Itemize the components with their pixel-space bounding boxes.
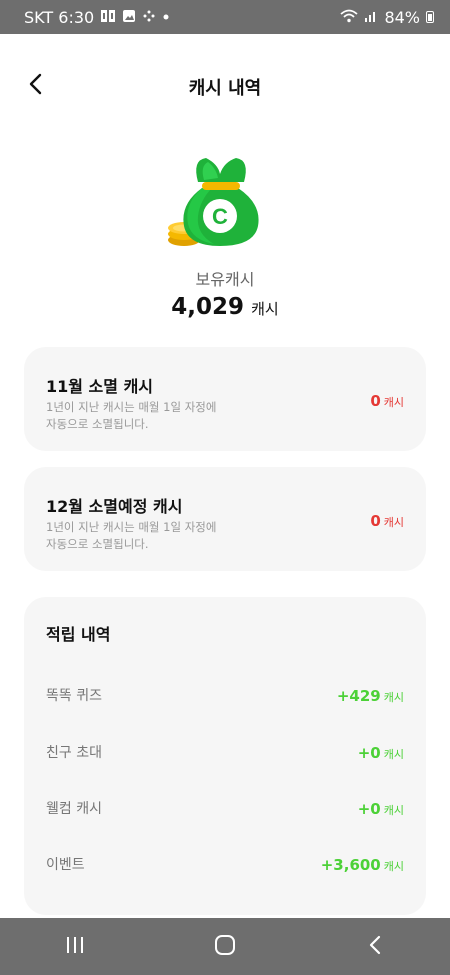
system-nav-bar [0, 918, 450, 975]
recent-apps-icon [64, 935, 86, 959]
history-row-number: +0 [357, 799, 381, 818]
battery-percent: 84% [384, 7, 420, 27]
history-row-label: 똑똑 퀴즈 [46, 688, 102, 704]
history-card: 적립 내역 똑똑 퀴즈 +429 캐시 친구 초대 +0 캐시 웰컴 캐시 +0 캐시… [24, 597, 426, 915]
history-row: 이벤트 +3,600 캐시 [46, 852, 404, 876]
expired-desc-line2: 자동으로 소멸됩니다. [46, 417, 149, 431]
history-row-unit: 캐시 [383, 690, 404, 704]
history-row-amount: +0 캐시 [358, 799, 404, 818]
history-row: 똑똑 퀴즈 +429 캐시 [46, 683, 404, 707]
carrier-time: SKT 6:30 [24, 7, 95, 27]
expiring-amount-number: 0 [370, 512, 381, 530]
expiring-desc-line1: 1년이 지난 캐시는 매월 1일 자정에 [46, 520, 217, 534]
recent-apps-button[interactable] [45, 927, 105, 967]
expired-amount-unit: 캐시 [383, 396, 404, 409]
home-button[interactable] [195, 927, 255, 967]
status-bar: SKT 6:30 84% [0, 0, 450, 34]
expiring-amount: 0 캐시 [370, 511, 404, 530]
dots-icon [142, 9, 156, 26]
balance-number: 4,029 [171, 294, 245, 320]
history-row-unit: 캐시 [383, 747, 404, 761]
notification-icon [100, 9, 116, 26]
dot-icon [162, 11, 170, 24]
expired-cash-card: 11월 소멸 캐시 1년이 지난 캐시는 매월 1일 자정에 자동으로 소멸됩니… [24, 347, 426, 451]
expiring-desc-line2: 자동으로 소멸됩니다. [46, 537, 149, 551]
history-row: 웰컴 캐시 +0 캐시 [46, 796, 404, 820]
gallery-icon [122, 9, 136, 26]
expired-description: 1년이 지난 캐시는 매월 1일 자정에 자동으로 소멸됩니다. [46, 399, 266, 433]
expired-amount: 0 캐시 [370, 391, 404, 410]
wifi-icon [340, 9, 359, 26]
system-back-button[interactable] [345, 927, 405, 967]
expiring-amount-unit: 캐시 [383, 516, 404, 529]
signal-icon [364, 9, 378, 26]
history-row-number: +0 [357, 743, 381, 762]
history-row-amount: +429 캐시 [337, 686, 404, 705]
history-row-label: 이벤트 [46, 857, 85, 873]
history-row-amount: +3,600 캐시 [321, 855, 404, 874]
history-row-unit: 캐시 [383, 859, 404, 873]
battery-icon [426, 11, 434, 23]
balance-amount: 4,029 캐시 [0, 294, 450, 320]
expired-amount-number: 0 [370, 392, 381, 410]
history-row-unit: 캐시 [383, 803, 404, 817]
money-bag-icon: C [162, 154, 272, 254]
home-icon [214, 934, 236, 960]
back-icon [368, 934, 382, 960]
expired-title: 11월 소멸 캐시 [46, 377, 154, 396]
history-row-label: 웰컴 캐시 [46, 801, 102, 817]
balance-unit: 캐시 [251, 300, 279, 318]
history-row-label: 친구 초대 [46, 745, 102, 761]
expiring-description: 1년이 지난 캐시는 매월 1일 자정에 자동으로 소멸됩니다. [46, 519, 266, 553]
history-row: 친구 초대 +0 캐시 [46, 740, 404, 764]
expiring-title: 12월 소멸예정 캐시 [46, 497, 183, 516]
history-title: 적립 내역 [46, 625, 111, 644]
expired-desc-line1: 1년이 지난 캐시는 매월 1일 자정에 [46, 400, 217, 414]
expiring-cash-card: 12월 소멸예정 캐시 1년이 지난 캐시는 매월 1일 자정에 자동으로 소멸… [24, 467, 426, 571]
history-row-amount: +0 캐시 [358, 743, 404, 762]
app-bar: 캐시 내역 [0, 34, 450, 138]
page-title: 캐시 내역 [188, 78, 262, 99]
bag-letter: C [212, 204, 228, 229]
balance-label: 보유캐시 [195, 270, 255, 289]
history-row-number: +429 [336, 686, 381, 705]
history-row-number: +3,600 [320, 855, 381, 874]
